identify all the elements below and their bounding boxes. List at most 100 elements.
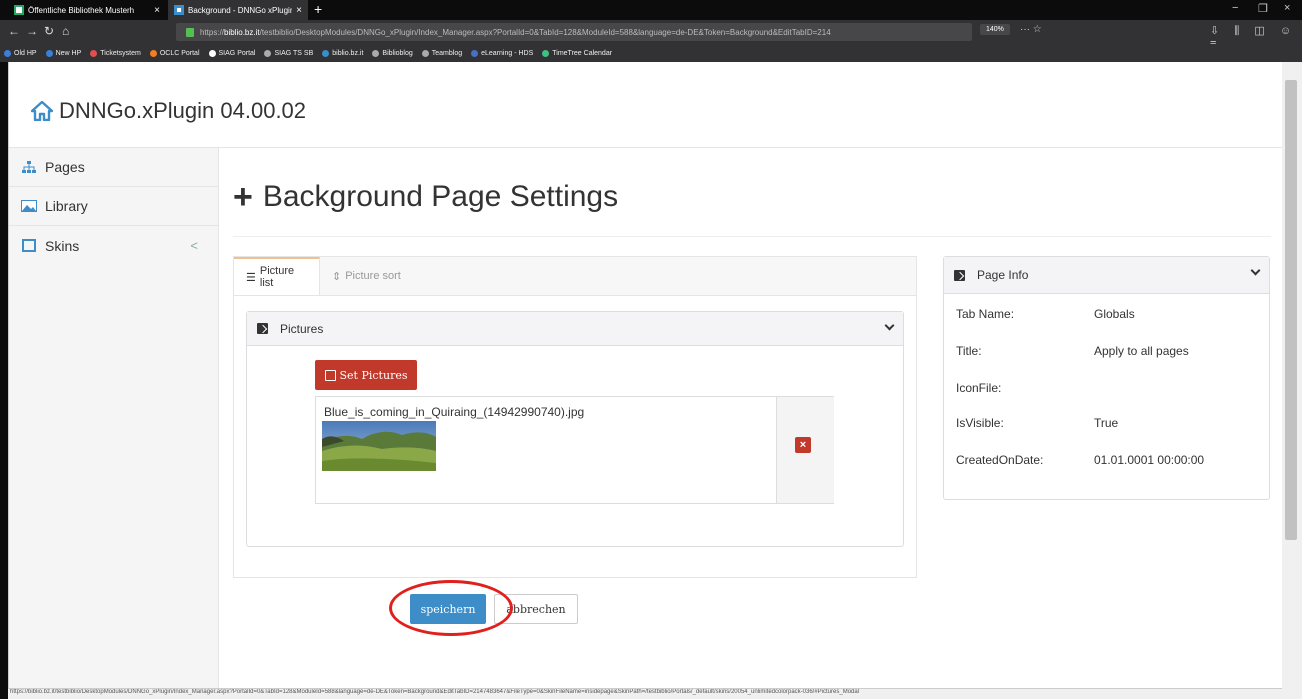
chevron-down-icon[interactable] [1250, 265, 1261, 276]
zoom-level[interactable]: 140% [980, 24, 1010, 35]
bookmark-label: biblio.bz.it [332, 49, 364, 57]
page-actions-icon[interactable]: ··· ☆ [1020, 24, 1042, 35]
bookmark-icon [322, 49, 330, 57]
sitemap-icon [21, 160, 37, 174]
chevron-left-icon[interactable]: < [190, 238, 198, 253]
highlight-circle-annotation [389, 580, 513, 636]
picture-filename: Blue_is_coming_in_Quiraing_(14942990740)… [324, 405, 585, 419]
restore-button[interactable]: ❐ [1258, 2, 1268, 15]
status-bar-url: https://biblio.bz.it/testbiblio/DesktopM… [8, 688, 1282, 699]
tabs-container: ☰ Picture list ⇕ Picture sort Pictures S… [233, 256, 917, 578]
bookmark-icon [471, 49, 479, 57]
sidebar-item-library[interactable]: Library [9, 187, 218, 226]
bookmark-item[interactable]: New HP [45, 49, 82, 57]
app-title: DNNGo.xPlugin 04.00.02 [31, 98, 306, 124]
sidebar: Pages Library Skins < [9, 148, 219, 688]
bookmark-label: SIAG Portal [218, 49, 256, 57]
app-header: DNNGo.xPlugin 04.00.02 [9, 62, 1283, 148]
image-icon [21, 199, 37, 213]
browser-nav-bar: ← → ↻ ⌂ https://biblio.bz.it/testbiblio/… [0, 20, 1302, 50]
divider [233, 236, 1271, 237]
tab-pane-picture-list: Pictures Set Pictures Blue_is_coming_in_… [234, 295, 916, 577]
tab-picture-list[interactable]: ☰ Picture list [234, 257, 320, 295]
info-key: Title: [956, 344, 982, 358]
bookmark-item[interactable]: OCLC Portal [149, 49, 200, 57]
sidebar-item-label: Skins [45, 237, 80, 254]
info-key: CreatedOnDate: [956, 453, 1044, 467]
info-value: True [1094, 416, 1119, 430]
bookmark-label: Biblioblog [382, 49, 413, 57]
reload-icon[interactable]: ↻ [44, 24, 54, 38]
bookmark-item[interactable]: Ticketsystem [90, 49, 141, 57]
page-info-panel: Page Info Tab Name: Globals Title: Apply… [943, 256, 1270, 500]
url-bar[interactable]: https://biblio.bz.it/testbiblio/DesktopM… [176, 23, 972, 41]
bookmark-icon [421, 49, 429, 57]
bookmark-icon [208, 49, 216, 57]
minimize-button[interactable]: − [1232, 2, 1238, 14]
forward-icon[interactable]: → [26, 24, 38, 38]
chevron-down-icon[interactable] [884, 320, 895, 331]
url-text: https://biblio.bz.it/testbiblio/DesktopM… [200, 27, 831, 37]
bookmark-label: Teamblog [431, 49, 463, 57]
bookmark-item[interactable]: Biblioblog [372, 49, 413, 57]
pictures-panel-header[interactable]: Pictures [247, 312, 903, 346]
list-icon: ☰ [246, 271, 256, 284]
bookmark-label: SIAG TS SB [274, 49, 314, 57]
sidebar-item-skins[interactable]: Skins < [9, 226, 218, 265]
bookmark-label: OCLC Portal [159, 49, 200, 57]
set-pictures-button[interactable]: Set Pictures [315, 360, 417, 390]
bookmark-icon [90, 49, 98, 57]
browser-tab-bar: Öffentliche Bibliothek Musterh × Backgro… [0, 0, 1302, 20]
info-key: IconFile: [956, 381, 1002, 395]
browser-tab-background[interactable]: Background - DNNGo xPlugin × [168, 0, 308, 20]
bookmark-label: Old HP [14, 49, 37, 57]
bookmark-item[interactable]: Old HP [4, 49, 37, 57]
lock-icon [186, 27, 194, 37]
browser-tab-title: Background - DNNGo xPlugin [188, 5, 293, 15]
sidebar-item-label: Pages [45, 159, 85, 175]
bookmark-item[interactable]: SIAG Portal [208, 49, 256, 57]
page-info-header[interactable]: Page Info [944, 257, 1269, 294]
bookmark-label: Ticketsystem [100, 49, 141, 57]
info-key: IsVisible: [956, 416, 1004, 430]
home-icon[interactable]: ⌂ [62, 24, 69, 38]
bookmark-icon [264, 49, 272, 57]
bookmark-item[interactable]: SIAG TS SB [264, 49, 314, 57]
edit-square-icon [954, 269, 965, 281]
bookmark-icon [372, 49, 380, 57]
bookmark-item[interactable]: eLearning - HDS [471, 49, 534, 57]
bookmarks-bar: Old HP New HP Ticketsystem OCLC Portal SIAG … [0, 44, 1302, 62]
home-icon[interactable] [31, 101, 53, 121]
edit-square-icon [257, 323, 268, 334]
skins-icon [21, 239, 37, 253]
new-tab-button[interactable]: + [314, 1, 322, 17]
browser-tab-library[interactable]: Öffentliche Bibliothek Musterh × [8, 0, 166, 20]
close-window-button[interactable]: × [1284, 2, 1290, 14]
bookmark-item[interactable]: biblio.bz.it [322, 49, 364, 57]
picture-icon [324, 369, 336, 381]
sidebar-item-label: Library [45, 198, 88, 214]
bookmark-icon [149, 49, 157, 57]
bookmark-label: New HP [55, 49, 82, 57]
bookmark-icon [45, 49, 53, 57]
info-value: 01.01.0001 00:00:00 [1094, 453, 1205, 467]
delete-picture-button[interactable]: × [795, 437, 811, 453]
bookmark-label: eLearning - HDS [481, 49, 534, 57]
page-content: DNNGo.xPlugin 04.00.02 Pages Library Ski… [8, 62, 1283, 688]
close-tab-icon[interactable]: × [154, 5, 160, 16]
sidebar-item-pages[interactable]: Pages [9, 148, 218, 187]
bookmark-icon [4, 49, 11, 57]
picture-thumbnail [322, 421, 436, 471]
page-title: + Background Page Settings [233, 178, 619, 216]
bookmark-icon [542, 49, 550, 57]
browser-tab-title: Öffentliche Bibliothek Musterh [28, 5, 135, 15]
close-tab-icon[interactable]: × [296, 5, 302, 16]
tab-list: ☰ Picture list ⇕ Picture sort [234, 257, 413, 295]
bookmark-item[interactable]: Teamblog [421, 49, 463, 57]
tab-picture-sort[interactable]: ⇕ Picture sort [320, 257, 413, 295]
back-icon[interactable]: ← [8, 24, 20, 38]
info-key: Tab Name: [956, 307, 1015, 321]
scrollbar-thumb[interactable] [1285, 80, 1297, 540]
dnngo-favicon-icon [174, 5, 184, 15]
bookmark-item[interactable]: TimeTree Calendar [542, 49, 612, 57]
